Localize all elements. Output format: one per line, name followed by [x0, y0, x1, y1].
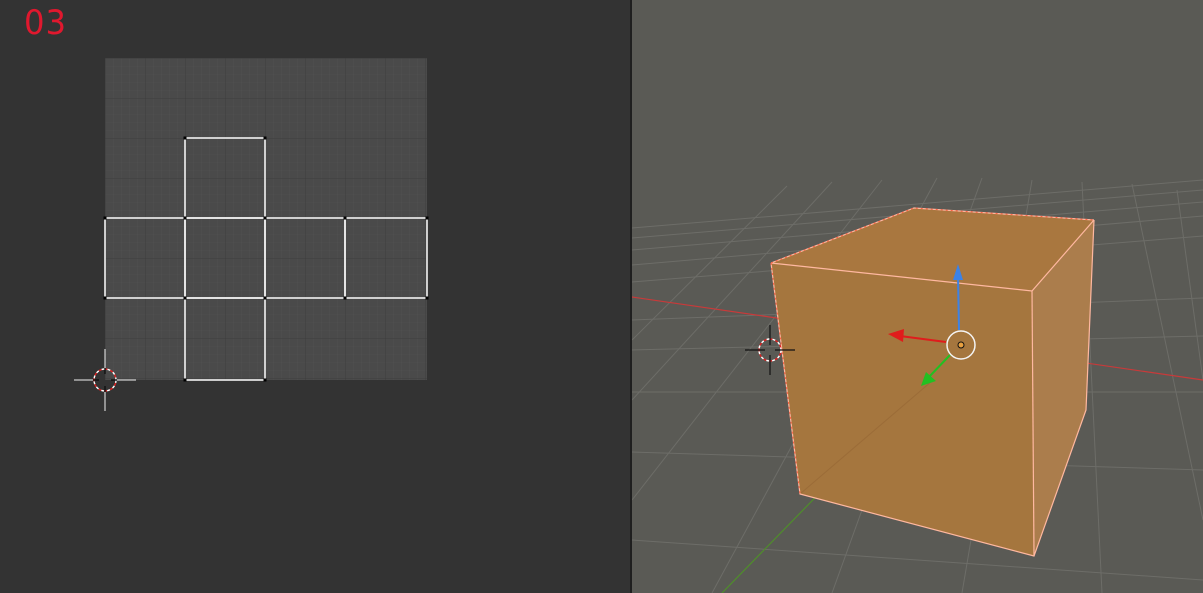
gizmo-z-axis[interactable]: [957, 274, 960, 331]
step-number-annotation: 03: [24, 3, 68, 43]
object-origin-icon: [957, 341, 965, 349]
blender-workspace: 03: [0, 0, 1203, 593]
3d-viewport-canvas[interactable]: [632, 0, 1203, 593]
uv-editor-canvas[interactable]: [0, 0, 630, 593]
uv-editor-panel[interactable]: 03: [0, 0, 630, 593]
cube-front-face[interactable]: [771, 263, 1034, 556]
3d-viewport-panel[interactable]: [632, 0, 1203, 593]
